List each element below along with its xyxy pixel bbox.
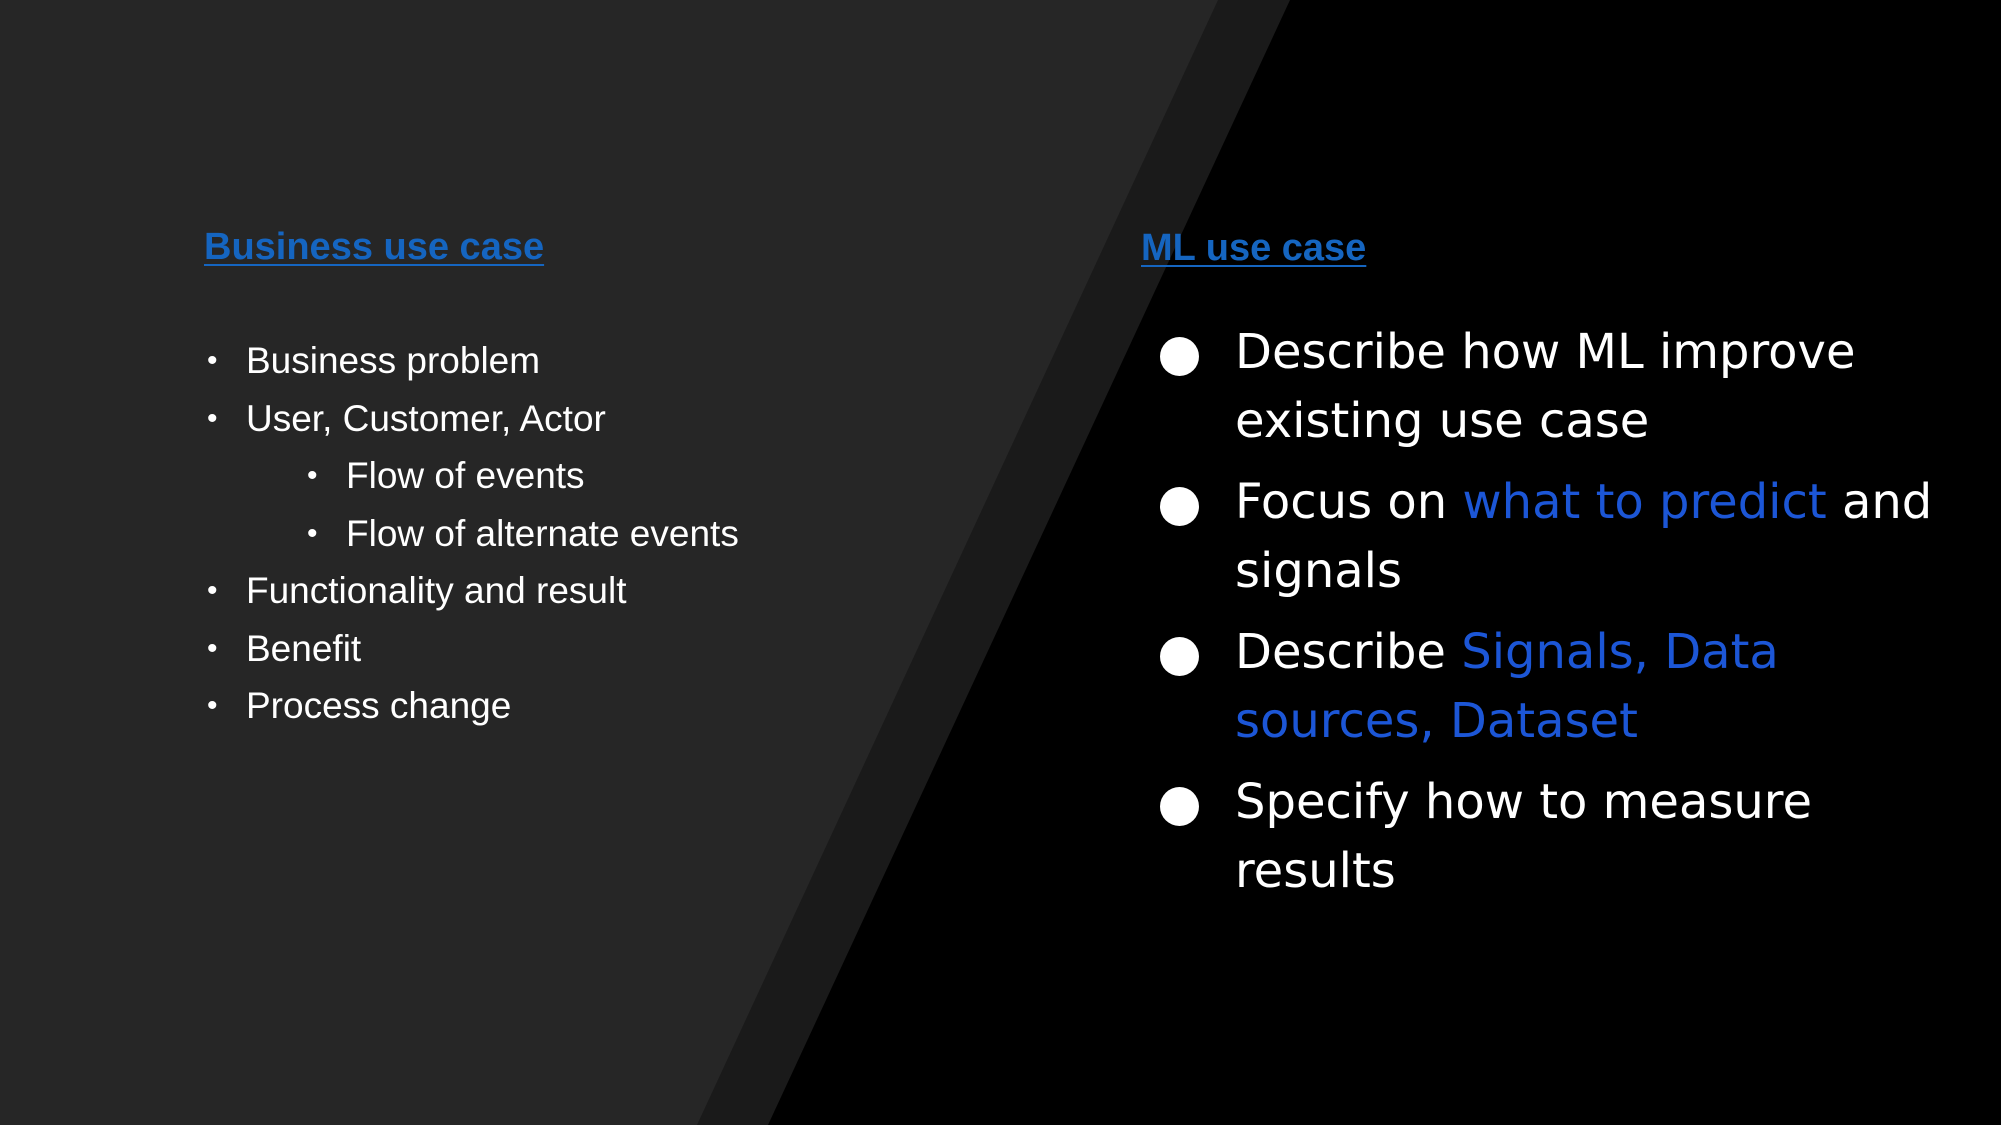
ml-list-item: Focus on what to predict and signals (1160, 468, 1950, 606)
business-use-case-heading[interactable]: Business use case (204, 226, 544, 269)
business-list-item-text: Flow of events (346, 455, 585, 496)
filled-circle-bullet-icon (1160, 487, 1199, 526)
bullet-icon: • (307, 516, 318, 550)
bullet-icon: • (207, 689, 218, 722)
ml-list-item-text: Describe (1235, 624, 1462, 680)
business-list-item: • Benefit (204, 625, 739, 683)
business-list-item: • Flow of alternate events (204, 510, 739, 568)
bullet-icon: • (207, 631, 218, 665)
business-list-item: • Process change (204, 682, 739, 740)
business-list-item: • Functionality and result (204, 567, 739, 625)
business-use-case-list: • Business problem • User, Customer, Actor •… (204, 337, 739, 740)
business-list-item-text: Flow of alternate events (346, 512, 739, 554)
ml-list-item-text: Specify how to measure results (1235, 774, 1813, 899)
ml-use-case-heading[interactable]: ML use case (1141, 227, 1366, 270)
ml-list-item-text: Focus on (1235, 474, 1463, 530)
ml-list-item: Describe how ML improve existing use cas… (1160, 318, 1950, 456)
ml-use-case-list: Describe how ML improve existing use cas… (1160, 318, 1950, 918)
ml-list-item: Describe Signals, Data sources, Dataset (1160, 618, 1950, 756)
filled-circle-bullet-icon (1160, 637, 1199, 676)
business-list-item: • Business problem (204, 337, 739, 395)
business-list-item-text: Functionality and result (246, 570, 627, 611)
filled-circle-bullet-icon (1160, 337, 1199, 376)
business-list-item-text: Business problem (246, 340, 541, 381)
bullet-icon: • (207, 574, 218, 607)
bullet-icon: • (307, 459, 318, 492)
ml-list-item-text: Describe how ML improve existing use cas… (1235, 324, 1856, 449)
highlighted-text: what to predict (1462, 474, 1827, 530)
business-list-item-text: Benefit (246, 627, 362, 669)
filled-circle-bullet-icon (1160, 787, 1199, 826)
business-list-item: • User, Customer, Actor (204, 395, 739, 453)
bullet-icon: • (207, 401, 218, 435)
business-list-item-text: User, Customer, Actor (246, 397, 606, 439)
bullet-icon: • (207, 344, 218, 377)
business-list-item: • Flow of events (204, 452, 739, 510)
ml-list-item: Specify how to measure results (1160, 768, 1950, 906)
business-list-item-text: Process change (246, 685, 512, 726)
